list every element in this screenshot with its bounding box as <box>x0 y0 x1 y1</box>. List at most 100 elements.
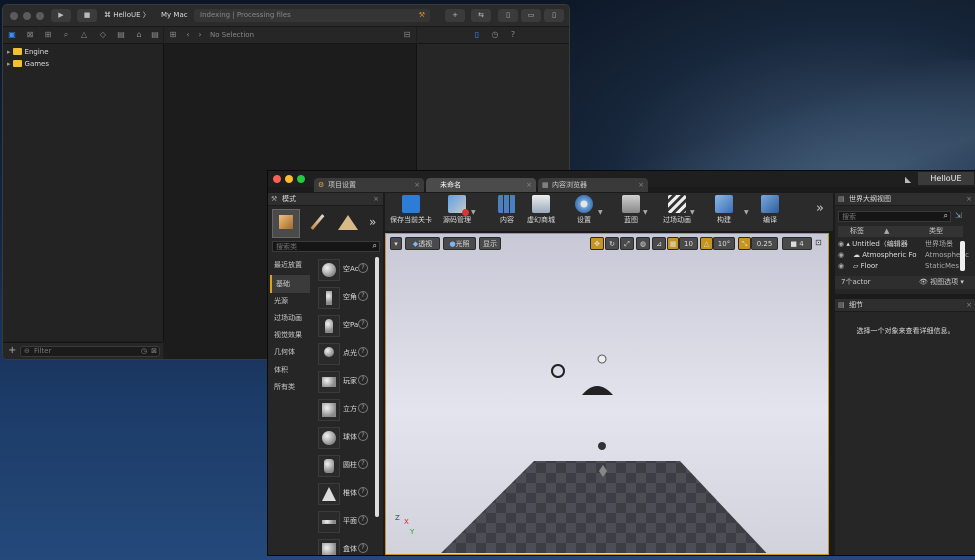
help-icon[interactable]: ? <box>358 431 368 441</box>
asset-empty-actor[interactable]: 空Ac? <box>315 255 371 285</box>
directional-light-icon[interactable] <box>597 354 607 364</box>
help-icon[interactable]: ? <box>358 263 368 273</box>
close-panel-icon[interactable]: × <box>966 299 972 311</box>
tree-item-games[interactable]: ▸ Games <box>7 60 49 68</box>
test-navigator-icon[interactable]: ◇ <box>99 31 107 39</box>
close-tab-icon[interactable]: × <box>414 178 420 192</box>
surface-snap-icon[interactable]: ⊿ <box>652 237 666 250</box>
perspective-button[interactable]: ◆透视 <box>405 237 440 250</box>
close-tab-icon[interactable]: × <box>638 178 644 192</box>
world-local-icon[interactable]: ◍ <box>636 237 650 250</box>
close-window-button[interactable] <box>10 12 18 20</box>
outliner-row-floor[interactable]: ◉ ▱ Floor StaticMes <box>838 261 964 272</box>
close-panel-icon[interactable]: × <box>373 193 379 205</box>
category-recent[interactable]: 最近放置 <box>270 256 310 274</box>
category-basic[interactable]: 基础 <box>270 275 310 293</box>
asset-empty-pawn[interactable]: 空Pa? <box>315 311 371 341</box>
minimize-window-button[interactable] <box>23 12 31 20</box>
maximize-viewport-icon[interactable]: ⊡ <box>815 238 822 247</box>
outliner-search-input[interactable]: 搜索 ⌕ <box>838 211 951 222</box>
asset-plane[interactable]: 平面? <box>315 507 371 537</box>
grid-snap-toggle[interactable]: ▦ <box>667 237 679 250</box>
asset-player-start[interactable]: 玩家? <box>315 367 371 397</box>
help-icon[interactable]: ? <box>358 319 368 329</box>
scale-tool-icon[interactable]: ⤢ <box>620 237 634 250</box>
code-review-button[interactable]: ⇆ <box>471 9 491 22</box>
save-level-button[interactable]: 保存当前关卡 <box>388 193 434 229</box>
source-control-navigator-icon[interactable]: ⊠ <box>26 31 34 39</box>
file-inspector-icon[interactable]: ▯ <box>473 31 481 39</box>
category-volumes[interactable]: 体积 <box>270 361 310 379</box>
cinematics-dropdown-icon[interactable]: ▼ <box>690 209 695 216</box>
report-navigator-icon[interactable]: ▤ <box>151 31 159 39</box>
category-lights[interactable]: 光源 <box>270 292 310 310</box>
help-icon[interactable]: ? <box>358 347 368 357</box>
close-panel-icon[interactable]: × <box>966 193 972 205</box>
recent-files-icon[interactable]: ◷ <box>141 347 147 355</box>
view-options-button[interactable]: 👁 视图选项 ▾ <box>919 276 964 289</box>
destination-selector[interactable]: My Mac <box>161 9 188 22</box>
grid-snap-value[interactable]: 10 <box>679 237 698 250</box>
more-modes-icon[interactable]: » <box>369 215 376 229</box>
category-geometry[interactable]: 几何体 <box>270 343 310 361</box>
rotation-snap-toggle[interactable]: △ <box>700 237 713 250</box>
help-icon[interactable]: ? <box>358 375 368 385</box>
category-cinematic[interactable]: 过场动画 <box>270 309 310 327</box>
asset-box-trigger[interactable]: 盒体? <box>315 535 371 555</box>
help-icon[interactable]: ? <box>358 403 368 413</box>
add-file-icon[interactable]: + <box>8 345 16 356</box>
disclosure-triangle-icon[interactable]: ▸ <box>7 48 11 56</box>
project-navigator-icon[interactable]: ▣ <box>8 31 16 39</box>
debug-navigator-icon[interactable]: ▤ <box>117 31 125 39</box>
category-all-classes[interactable]: 所有类 <box>270 378 310 396</box>
library-button[interactable]: + <box>445 9 465 22</box>
tab-project-settings[interactable]: ⚙ 项目设置 × <box>314 178 424 192</box>
source-control-dropdown-icon[interactable]: ▼ <box>471 209 476 216</box>
asset-sphere[interactable]: 球体? <box>315 423 371 453</box>
paint-mode-button[interactable] <box>304 209 330 236</box>
blueprints-dropdown-icon[interactable]: ▼ <box>643 209 648 216</box>
outliner-scrollbar[interactable] <box>960 241 965 271</box>
asset-cube[interactable]: 立方? <box>315 395 371 425</box>
lit-mode-button[interactable]: ●光照 <box>443 237 476 250</box>
sky-light-icon[interactable] <box>551 364 565 378</box>
rotate-tool-icon[interactable]: ↻ <box>605 237 619 250</box>
column-label-header[interactable]: 标签 <box>850 226 864 237</box>
related-items-icon[interactable]: ⊞ <box>169 31 177 39</box>
forward-icon[interactable]: › <box>196 31 204 39</box>
atmospheric-fog-icon[interactable] <box>582 386 613 395</box>
close-window-button[interactable] <box>273 175 281 183</box>
breakpoint-navigator-icon[interactable]: ⌂ <box>135 31 143 39</box>
scale-snap-value[interactable]: 0.25 <box>751 237 778 250</box>
scheme-selector[interactable]: ⌘ HelloUE 〉 <box>104 9 150 22</box>
tab-untitled-level[interactable]: 未命名 × <box>426 178 536 192</box>
help-icon[interactable]: ? <box>358 459 368 469</box>
asset-empty-character[interactable]: 空角? <box>315 283 371 313</box>
asset-point-light[interactable]: 点光? <box>315 339 371 369</box>
help-icon[interactable]: ? <box>358 487 368 497</box>
compile-button[interactable]: 编译 <box>747 193 793 229</box>
rotation-snap-value[interactable]: 10° <box>713 237 735 250</box>
viewport-options-button[interactable]: ▾ <box>390 237 402 250</box>
landscape-mode-button[interactable] <box>334 209 362 236</box>
scm-filter-icon[interactable]: ⊠ <box>151 347 157 355</box>
visibility-eye-icon[interactable]: ◉ <box>838 251 844 259</box>
help-icon[interactable]: ? <box>358 543 368 553</box>
toggle-debug-area-button[interactable]: ▭ <box>521 9 541 22</box>
find-navigator-icon[interactable]: ⌕ <box>62 31 70 39</box>
quick-help-icon[interactable]: ? <box>509 31 517 39</box>
tree-item-engine[interactable]: ▸ Engine <box>7 48 49 56</box>
translate-tool-icon[interactable]: ✥ <box>590 237 604 250</box>
zoom-window-button[interactable] <box>297 175 305 183</box>
asset-list-scrollbar[interactable] <box>375 257 379 517</box>
zoom-window-button[interactable] <box>36 12 44 20</box>
settings-dropdown-icon[interactable]: ▼ <box>598 209 603 216</box>
close-tab-icon[interactable]: × <box>526 178 532 192</box>
asset-cone[interactable]: 椎体? <box>315 479 371 509</box>
visibility-eye-icon[interactable]: ◉ <box>838 240 844 248</box>
toggle-inspector-button[interactable]: ▯ <box>544 9 564 22</box>
class-search-input[interactable]: 搜索类 ⌕ <box>272 241 380 252</box>
outliner-row-world[interactable]: ◉ ▴ Untitled（编辑器 世界场景 <box>838 239 964 250</box>
place-mode-button[interactable] <box>272 209 300 238</box>
tab-content-browser[interactable]: ▦ 内容浏览器 × <box>538 178 648 192</box>
